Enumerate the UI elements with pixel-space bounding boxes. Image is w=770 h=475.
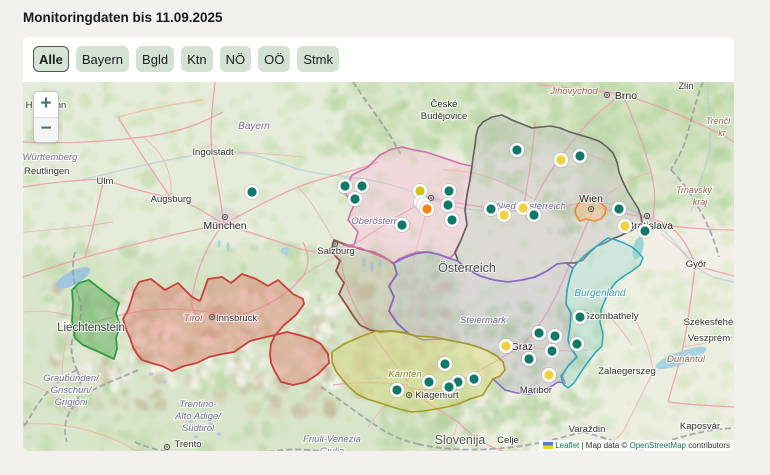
svg-text:Friuli-Venezia: Friuli-Venezia xyxy=(303,434,361,445)
svg-text:Celje: Celje xyxy=(497,435,519,446)
svg-text:Augsburg: Augsburg xyxy=(151,194,192,205)
svg-text:Tirol: Tirol xyxy=(184,313,203,324)
svg-text:Ulm: Ulm xyxy=(97,176,114,187)
svg-text:Graubünden/: Graubünden/ xyxy=(43,373,100,384)
svg-text:Brno: Brno xyxy=(615,90,637,102)
svg-text:Maribor: Maribor xyxy=(520,385,552,396)
svg-text:Giulia: Giulia xyxy=(320,446,344,451)
svg-text:Oberösterr: Oberösterr xyxy=(351,216,397,227)
svg-text:Trento: Trento xyxy=(174,439,201,450)
svg-text:Bayern: Bayern xyxy=(238,121,270,132)
svg-text:Burgenland: Burgenland xyxy=(574,288,626,299)
svg-text:Szombathely: Szombathely xyxy=(584,311,639,322)
svg-text:Kärnten: Kärnten xyxy=(388,369,421,380)
svg-text:Trenči: Trenči xyxy=(706,116,731,126)
svg-text:Dunántúl: Dunántúl xyxy=(667,354,706,365)
svg-text:Trnavský: Trnavský xyxy=(676,185,712,195)
svg-text:Varaždin: Varaždin xyxy=(569,424,606,435)
svg-text:Žlín: Žlín xyxy=(678,82,693,91)
svg-text:Kaposvár: Kaposvár xyxy=(680,421,720,432)
svg-text:kraj: kraj xyxy=(693,197,709,207)
svg-text:Veszprém: Veszprém xyxy=(688,333,730,344)
svg-text:Budějovice: Budějovice xyxy=(421,111,467,122)
svg-text:Liechtenstein: Liechtenstein xyxy=(57,322,125,334)
svg-text:Zalaegerszeg: Zalaegerszeg xyxy=(598,366,656,377)
svg-text:Grischun/: Grischun/ xyxy=(51,385,93,396)
svg-text:Württemberg: Württemberg xyxy=(23,152,78,163)
svg-text:Reutlingen: Reutlingen xyxy=(24,166,69,177)
svg-text:Trentino-: Trentino- xyxy=(179,399,216,410)
svg-text:České: České xyxy=(431,99,458,110)
svg-text:Ingolstadt: Ingolstadt xyxy=(192,147,234,158)
svg-text:Székesfehér: Székesfehér xyxy=(684,317,734,328)
svg-text:München: München xyxy=(203,220,246,232)
svg-text:Jihovýchod: Jihovýchod xyxy=(549,86,598,97)
svg-text:Alto Adige/: Alto Adige/ xyxy=(174,411,222,422)
svg-text:Wien: Wien xyxy=(579,193,603,205)
svg-text:kr: kr xyxy=(718,128,727,138)
svg-text:Südtirol: Südtirol xyxy=(182,423,215,434)
svg-text:Österreich: Österreich xyxy=(438,261,496,275)
svg-text:Salzburg: Salzburg xyxy=(317,246,355,257)
svg-text:Steiermark: Steiermark xyxy=(460,315,507,326)
svg-text:Innsbruck: Innsbruck xyxy=(216,313,257,324)
svg-text:Slovenija: Slovenija xyxy=(435,433,486,447)
svg-text:Győr: Győr xyxy=(686,259,707,270)
svg-text:Grigioni: Grigioni xyxy=(55,397,89,408)
